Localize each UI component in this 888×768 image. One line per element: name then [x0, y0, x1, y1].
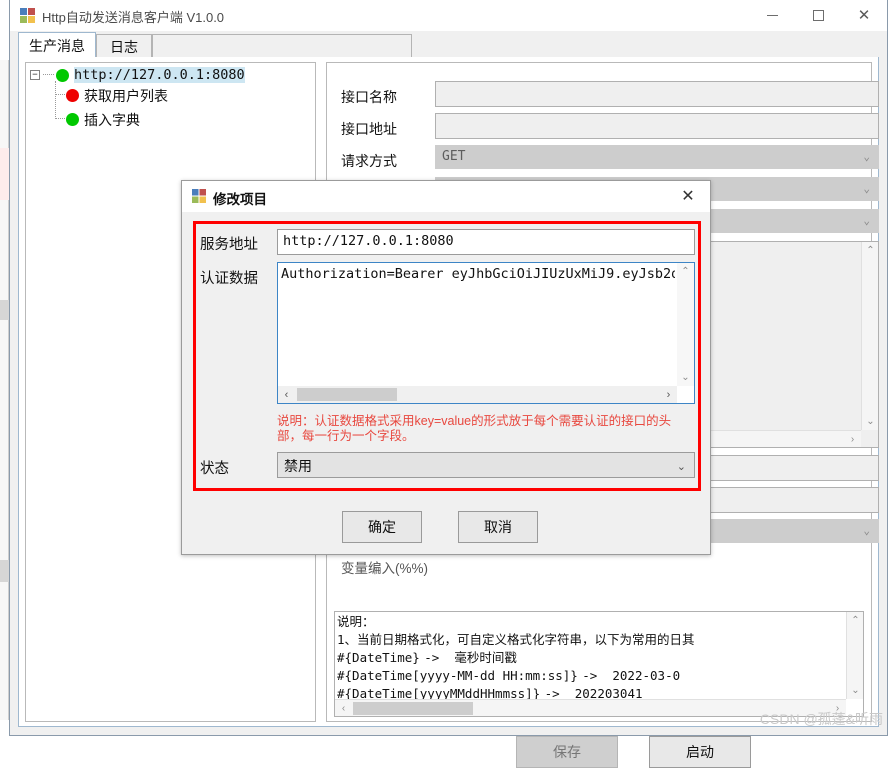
auth-vertical-scrollbar[interactable]: ⌃ ⌄: [677, 263, 694, 386]
combo-value: GET: [442, 149, 466, 164]
scroll-up-icon[interactable]: ⌃: [847, 612, 863, 629]
tab-strip: 生产消息 日志: [10, 31, 887, 58]
help-line-left: #{DateTime}: [337, 650, 420, 665]
scroll-thumb[interactable]: [353, 702, 473, 715]
help-line-left: #{DateTime[yyyyMMddHHmmss]}: [337, 686, 541, 699]
tree-node-get-user-list[interactable]: 获取用户列表: [26, 86, 315, 105]
label-variable-encode: 变量编入(%%): [341, 561, 428, 576]
maximize-button[interactable]: [795, 0, 841, 30]
start-button[interactable]: 启动: [649, 736, 751, 768]
chevron-down-icon: ⌄: [863, 181, 870, 195]
help-line-left: 1、当前日期格式化，可自定义格式化字符串，以下为常用的日其: [337, 632, 695, 647]
vertical-scrollbar[interactable]: ⌃ ⌄: [861, 242, 878, 430]
input-interface-address[interactable]: [435, 113, 879, 139]
auth-data-hint: 说明：认证数据格式采用key=value的形式放于每个需要认证的接口的头部，每一…: [277, 414, 672, 443]
status-dot-green: [66, 113, 79, 126]
status-dot-red: [66, 89, 79, 102]
label-interface-address: 接口地址: [341, 121, 397, 137]
scroll-right-icon[interactable]: ›: [660, 386, 677, 403]
chevron-down-icon: ⌄: [863, 213, 870, 227]
scroll-down-icon[interactable]: ⌄: [862, 413, 879, 430]
scroll-up-icon[interactable]: ⌃: [677, 263, 694, 280]
close-button[interactable]: ✕: [841, 0, 887, 30]
app-icon: [20, 8, 35, 23]
background-window-sliver-gray-1: [0, 300, 9, 320]
textarea-auth-data[interactable]: Authorization=Bearer eyJhbGciOiJIUzUxMiJ…: [277, 262, 695, 404]
help-line-right: -> 2022-03-0: [582, 668, 681, 683]
confirm-button-label: 确定: [368, 519, 396, 535]
auth-horizontal-scrollbar[interactable]: ‹ ›: [278, 386, 677, 403]
input-interface-name[interactable]: [435, 81, 879, 107]
scroll-right-icon[interactable]: ›: [844, 431, 861, 448]
dialog-close-button[interactable]: ✕: [666, 181, 710, 211]
tab-production-messages[interactable]: 生产消息: [18, 32, 96, 58]
tree-expander-icon[interactable]: −: [30, 70, 40, 80]
tab-label: 日志: [110, 38, 138, 55]
close-icon: ✕: [857, 7, 871, 24]
watermark: CSDN @孤蓬&听雨: [759, 711, 883, 727]
chevron-down-icon: ⌄: [676, 461, 686, 473]
scroll-up-icon[interactable]: ⌃: [862, 242, 879, 259]
label-request-method: 请求方式: [341, 153, 397, 169]
dialog-app-icon: [192, 189, 206, 203]
help-vertical-scrollbar[interactable]: ⌃ ⌄: [846, 612, 863, 699]
tree-node-insert-dict[interactable]: 插入字典: [26, 110, 315, 129]
tree-node-label: 插入字典: [84, 112, 140, 128]
auth-data-value: Authorization=Bearer eyJhbGciOiJIUzUxMiJ…: [281, 266, 675, 282]
scroll-down-icon[interactable]: ⌄: [847, 682, 863, 699]
cancel-button-label: 取消: [484, 519, 512, 535]
title-bar: Http自动发送消息客户端 V1.0.0 ✕: [10, 0, 887, 31]
help-panel[interactable]: 说明： 1、当前日期格式化，可自定义格式化字符串，以下为常用的日其 #{Date…: [334, 611, 864, 717]
label-service-address: 服务地址: [200, 237, 258, 253]
scroll-left-icon[interactable]: ‹: [278, 386, 295, 403]
combo-request-method[interactable]: GET ⌄: [435, 145, 879, 169]
combo-value: 禁用: [284, 458, 312, 474]
maximize-icon: [812, 9, 824, 21]
chevron-down-icon: ⌄: [863, 149, 870, 163]
minimize-button[interactable]: [749, 0, 795, 30]
tab-logs[interactable]: 日志: [96, 34, 152, 58]
scroll-down-icon[interactable]: ⌄: [677, 369, 694, 386]
chevron-down-icon: ⌄: [863, 523, 870, 537]
status-dot-green: [56, 69, 69, 82]
save-button[interactable]: 保存: [516, 736, 618, 768]
input-service-address[interactable]: http://127.0.0.1:8080: [277, 229, 695, 255]
scroll-thumb[interactable]: [297, 388, 397, 401]
label-interface-name: 接口名称: [341, 89, 397, 105]
cancel-button[interactable]: 取消: [458, 511, 538, 543]
window-title: Http自动发送消息客户端 V1.0.0: [42, 10, 225, 25]
dialog-title-bar: 修改项目 ✕: [182, 181, 710, 212]
save-button-label: 保存: [553, 744, 581, 760]
help-line-right: -> 毫秒时间戳: [424, 650, 517, 665]
help-title: 说明：: [337, 614, 375, 629]
help-line-left: #{DateTime[yyyy-MM-dd HH:mm:ss]}: [337, 668, 578, 683]
tree-node-root[interactable]: − http://127.0.0.1:8080: [26, 66, 315, 85]
dialog-title: 修改项目: [213, 192, 267, 207]
tab-label: 生产消息: [29, 37, 85, 54]
combo-status[interactable]: 禁用 ⌄: [277, 452, 695, 478]
minimize-icon: [766, 14, 778, 16]
confirm-button[interactable]: 确定: [342, 511, 422, 543]
close-icon: ✕: [681, 188, 695, 205]
tree-node-label: http://127.0.0.1:8080: [74, 67, 245, 83]
tree-node-label: 获取用户列表: [84, 88, 168, 104]
label-auth-data: 认证数据: [200, 271, 258, 287]
help-text: 说明： 1、当前日期格式化，可自定义格式化字符串，以下为常用的日其 #{Date…: [335, 612, 846, 699]
help-line-right: -> 202203041: [544, 686, 643, 699]
start-button-label: 启动: [686, 744, 714, 760]
background-window-sliver-gray-2: [0, 560, 9, 582]
background-window-sliver-pink: [0, 148, 9, 200]
tab-strip-filler: [152, 34, 412, 58]
scroll-left-icon[interactable]: ‹: [335, 700, 352, 716]
label-status: 状态: [200, 461, 229, 477]
